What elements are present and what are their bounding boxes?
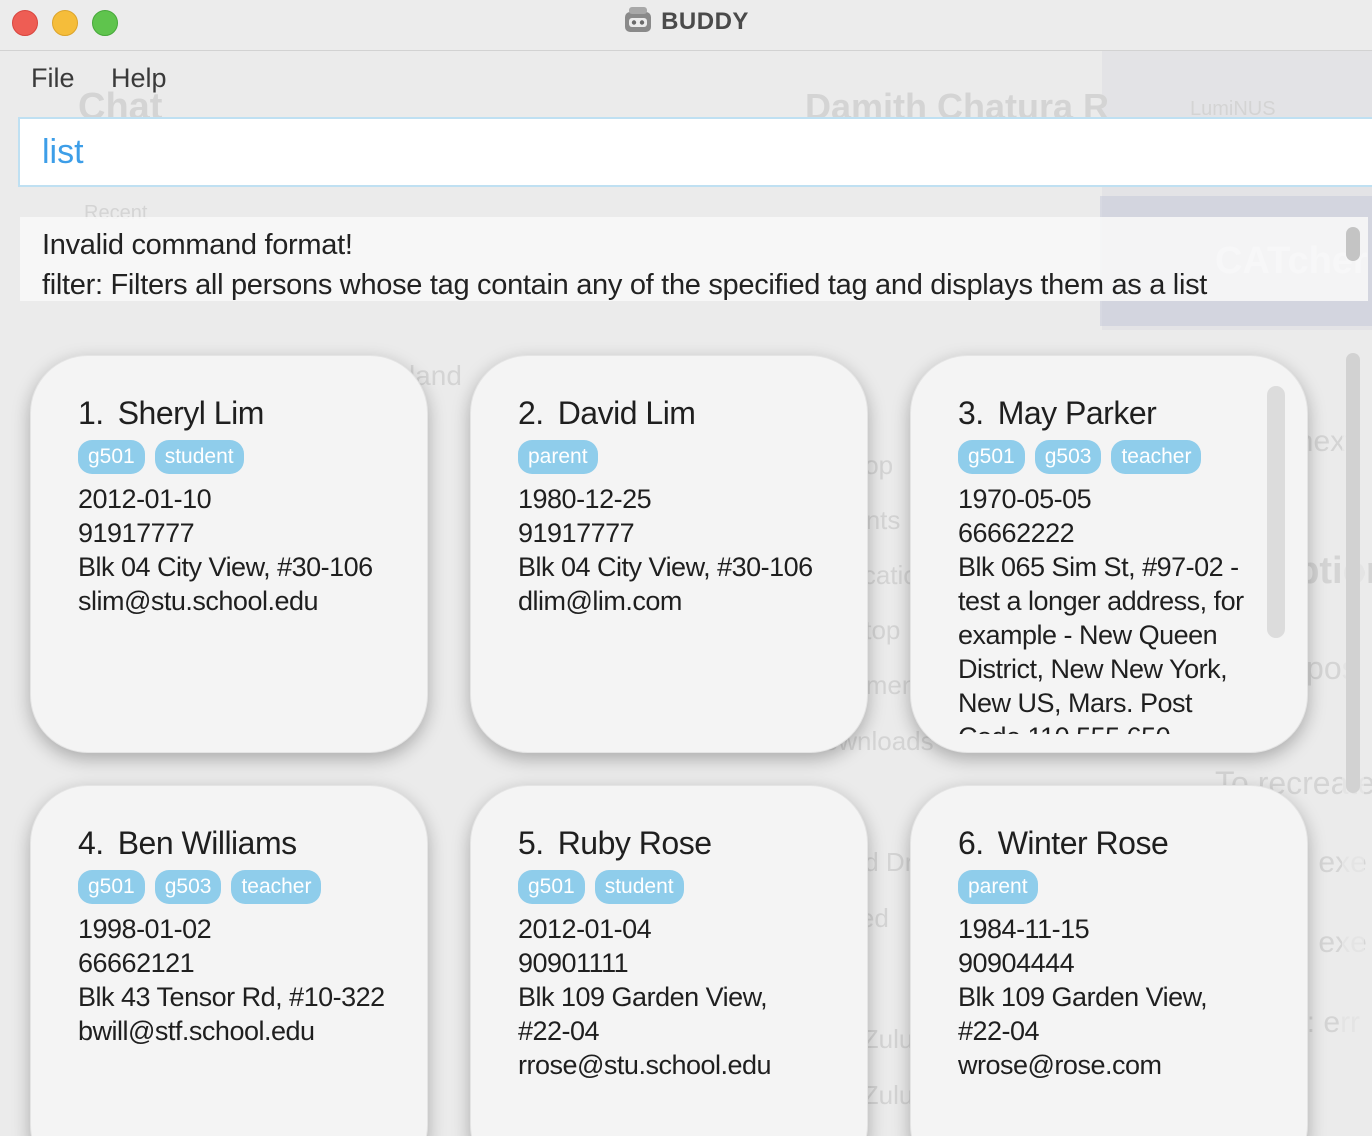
tag-list: g501 student	[518, 870, 837, 912]
command-box	[18, 117, 1372, 187]
tag: g501	[958, 440, 1025, 474]
result-line-1: Invalid command format!	[42, 229, 353, 261]
tag: parent	[518, 440, 598, 474]
menu-bar: File Help	[0, 51, 1372, 106]
tag-list: parent	[958, 870, 1277, 912]
person-card[interactable]: 2. David Lim parent 1980-12-25 91917777 B…	[470, 355, 868, 753]
person-name: 6. Winter Rose	[958, 825, 1169, 861]
result-scrollbar[interactable]	[1346, 227, 1360, 261]
person-phone: 66662121	[78, 948, 195, 978]
person-phone: 90901111	[518, 948, 629, 978]
tag: student	[594, 870, 684, 904]
person-list-scroll-thumb[interactable]	[1346, 353, 1360, 793]
person-phone: 91917777	[78, 518, 195, 548]
result-line-2: filter: Filters all persons whose tag co…	[42, 269, 1208, 301]
person-name: 2. David Lim	[518, 395, 696, 431]
tag: parent	[958, 870, 1038, 904]
person-phone: 91917777	[518, 518, 635, 548]
person-name: 3. May Parker	[958, 395, 1157, 431]
title-bar: BUDDY	[0, 0, 1372, 51]
person-list-scrollbar[interactable]	[1342, 345, 1364, 1136]
card-scrollbar[interactable]	[1267, 386, 1285, 638]
person-birthday: 2012-01-04	[518, 914, 652, 944]
tag: g501	[78, 870, 145, 904]
person-email: rrose@stu.school.edu	[518, 1050, 772, 1080]
tag-list: g501 g503 teacher	[958, 440, 1253, 482]
person-email: slim@stu.school.edu	[78, 586, 319, 616]
person-email: dlim@lim.com	[518, 586, 682, 616]
tag: g501	[518, 870, 585, 904]
person-address: Blk 109 Garden View, #22-04	[958, 982, 1208, 1046]
person-name: 1. Sheryl Lim	[78, 395, 264, 431]
window-title-text: BUDDY	[661, 8, 749, 35]
person-birthday: 1998-01-02	[78, 914, 212, 944]
person-email: bwill@stf.school.edu	[78, 1016, 315, 1046]
tag-list: g501 g503 teacher	[78, 870, 397, 912]
person-birthday: 1970-05-05	[958, 484, 1092, 514]
person-name: 4. Ben Williams	[78, 825, 297, 861]
tag: g503	[154, 870, 222, 904]
person-address: Blk 04 City View, #30-106	[518, 552, 813, 582]
window-title: BUDDY	[0, 6, 1372, 36]
person-card[interactable]: 5. Ruby Rose g501 student 2012-01-04 90901…	[470, 785, 868, 1136]
app-robot-icon	[623, 6, 653, 34]
tag-list: parent	[518, 440, 837, 482]
person-address: Blk 109 Garden View, #22-04	[518, 982, 768, 1046]
person-address: Blk 43 Tensor Rd, #10-322	[78, 982, 385, 1012]
person-birthday: 1984-11-15	[958, 914, 1090, 944]
person-card[interactable]: 6. Winter Rose parent 1984-11-15 90904444…	[910, 785, 1308, 1136]
tag: student	[154, 440, 244, 474]
tag-list: g501 student	[78, 440, 397, 482]
result-display: Invalid command format! filter: Filters …	[20, 217, 1368, 301]
tag: g503	[1034, 440, 1102, 474]
person-card[interactable]: 3. May Parker g501 g503 teacher 1970-05-05 …	[910, 355, 1308, 753]
person-birthday: 2012-01-10	[78, 484, 212, 514]
person-address: Blk 04 City View, #30-106	[78, 552, 373, 582]
tag: g501	[78, 440, 145, 474]
tag: teacher	[1111, 440, 1202, 474]
person-address: Blk 065 Sim St, #97-02 - test a longer a…	[958, 552, 1244, 734]
menu-help[interactable]: Help	[111, 63, 167, 94]
tag: teacher	[231, 870, 322, 904]
person-email: wrose@rose.com	[958, 1050, 1162, 1080]
menu-file[interactable]: File	[31, 63, 75, 94]
person-birthday: 1980-12-25	[518, 484, 652, 514]
person-card[interactable]: 4. Ben Williams g501 g503 teacher 1998-01-0…	[30, 785, 428, 1136]
person-phone: 90904444	[958, 948, 1075, 978]
person-card[interactable]: 1. Sheryl Lim g501 student 2012-01-10 9191…	[30, 355, 428, 753]
command-input[interactable]	[42, 133, 1342, 172]
person-name: 5. Ruby Rose	[518, 825, 712, 861]
person-phone: 66662222	[958, 518, 1075, 548]
